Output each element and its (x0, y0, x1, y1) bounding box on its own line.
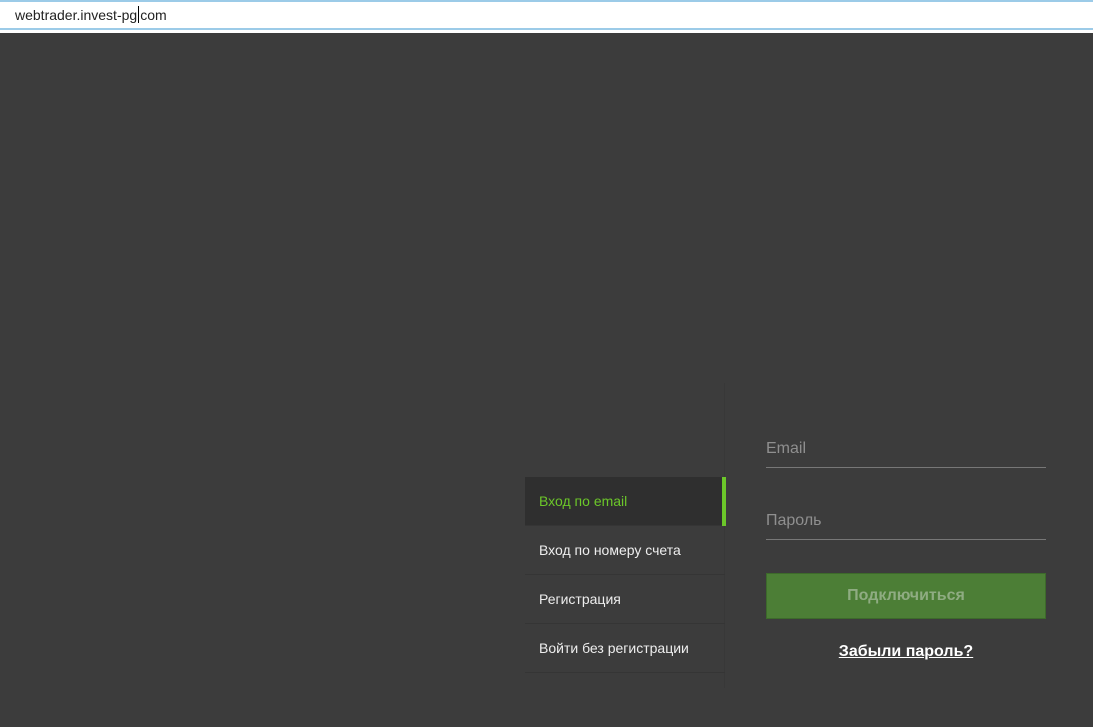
menu-item-account-login[interactable]: Вход по номеру счета (525, 526, 725, 575)
login-menu: Вход по email Вход по номеру счета Регис… (525, 477, 726, 673)
menu-item-email-login[interactable]: Вход по email (525, 477, 726, 526)
url-text: webtrader.invest-pg (15, 7, 138, 23)
menu-item-guest-login[interactable]: Войти без регистрации (525, 624, 725, 673)
address-bar[interactable]: webtrader.invest-pg com (0, 0, 1093, 30)
forgot-password-link[interactable]: Забыли пароль? (766, 643, 1046, 661)
url-text-tail: com (140, 7, 167, 23)
password-field-wrap (766, 512, 1046, 540)
email-field[interactable] (766, 440, 1046, 458)
toolbar-gap (0, 30, 1093, 33)
menu-item-registration[interactable]: Регистрация (525, 575, 725, 624)
email-field-wrap (766, 440, 1046, 468)
connect-button[interactable]: Подключиться (766, 573, 1046, 619)
password-field[interactable] (766, 512, 1046, 530)
